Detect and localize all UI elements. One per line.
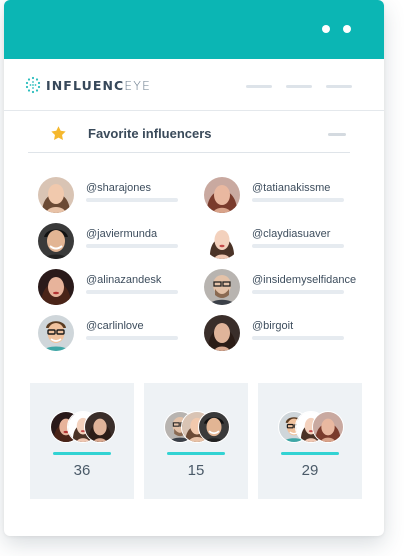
avatar [204, 269, 240, 305]
favorites-header: Favorite influencers [28, 117, 350, 153]
avatar [38, 315, 74, 351]
influencer-item[interactable]: @sharajones [38, 177, 198, 213]
menu-line-icon[interactable] [328, 133, 346, 136]
stat-accent-line [53, 452, 111, 455]
avatar-group [50, 411, 116, 443]
stat-accent-line [167, 452, 225, 455]
influencer-bar [86, 336, 178, 340]
influencer-item[interactable]: @birgoit [204, 315, 364, 351]
influencer-handle: @sharajones [86, 182, 151, 194]
stat-count: 15 [187, 462, 205, 479]
avatar [38, 269, 74, 305]
influencer-bar [86, 244, 178, 248]
influencer-item[interactable]: @javiermunda [38, 223, 198, 259]
avatar [312, 411, 344, 443]
stat-card[interactable]: 15 [144, 383, 248, 499]
influencer-handle: @birgoit [252, 320, 294, 332]
avatar [198, 411, 230, 443]
dotted-circle-icon [25, 76, 41, 94]
influencer-bar [252, 244, 344, 248]
stat-card[interactable]: 29 [258, 383, 362, 499]
app-header: INFLUENCEYE [4, 59, 384, 111]
influencer-item[interactable]: @claydiasuaver [204, 223, 364, 259]
influencer-bar [252, 336, 344, 340]
stat-accent-line [281, 452, 339, 455]
nav-placeholder[interactable] [326, 85, 352, 88]
influencer-handle: @tatianakissme [252, 182, 331, 194]
influencer-handle: @alinazandesk [86, 274, 162, 286]
avatar [204, 177, 240, 213]
influencer-item[interactable]: @carlinlove [38, 315, 198, 351]
influencer-handle: @claydiasuaver [252, 228, 331, 240]
section-title: Favorite influencers [88, 126, 212, 141]
logo-text: INFLUENCEYE [46, 77, 152, 93]
influencer-handle: @carlinlove [86, 320, 144, 332]
influencer-item[interactable]: @insidemyselfidance [204, 269, 364, 305]
avatar [38, 177, 74, 213]
avatar-group [278, 411, 344, 443]
influencer-bar [86, 290, 178, 294]
avatar-group [164, 411, 230, 443]
stat-count: 36 [73, 462, 91, 479]
stat-card[interactable]: 36 [30, 383, 134, 499]
avatar [38, 223, 74, 259]
stat-count: 29 [301, 462, 319, 479]
window-control-dot[interactable] [343, 25, 351, 33]
influencer-handle: @insidemyselfidance [252, 274, 357, 286]
avatar [84, 411, 116, 443]
nav-placeholder[interactable] [246, 85, 272, 88]
influencer-item[interactable]: @tatianakissme [204, 177, 364, 213]
influencer-bar [252, 290, 344, 294]
star-icon [51, 126, 66, 140]
avatar [204, 223, 240, 259]
nav-placeholder[interactable] [286, 85, 312, 88]
avatar [204, 315, 240, 351]
influencer-handle: @javiermunda [86, 228, 158, 240]
influencer-item[interactable]: @alinazandesk [38, 269, 198, 305]
logo[interactable]: INFLUENCEYE [25, 75, 151, 95]
influencer-bar [86, 198, 178, 202]
window-titlebar [4, 0, 384, 59]
app-window: INFLUENCEYE Favorite influencers @sharaj… [4, 0, 384, 536]
influencer-bar [252, 198, 344, 202]
window-control-dot[interactable] [322, 25, 330, 33]
